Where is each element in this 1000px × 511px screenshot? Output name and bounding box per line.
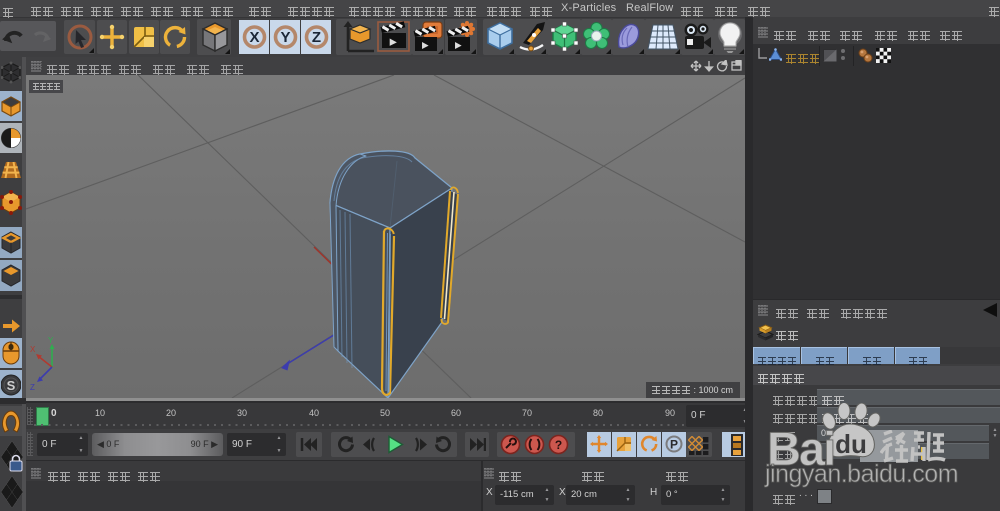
svg-text:Y: Y [48,336,54,345]
svg-text:X: X [249,29,259,46]
svg-text:P: P [670,438,678,452]
svg-text:Y: Y [280,29,290,46]
svg-text:S: S [7,378,16,393]
svg-text:Z: Z [30,383,35,392]
svg-text:?: ? [555,438,562,452]
svg-text:Z: Z [312,29,321,46]
svg-text:X: X [30,345,36,354]
